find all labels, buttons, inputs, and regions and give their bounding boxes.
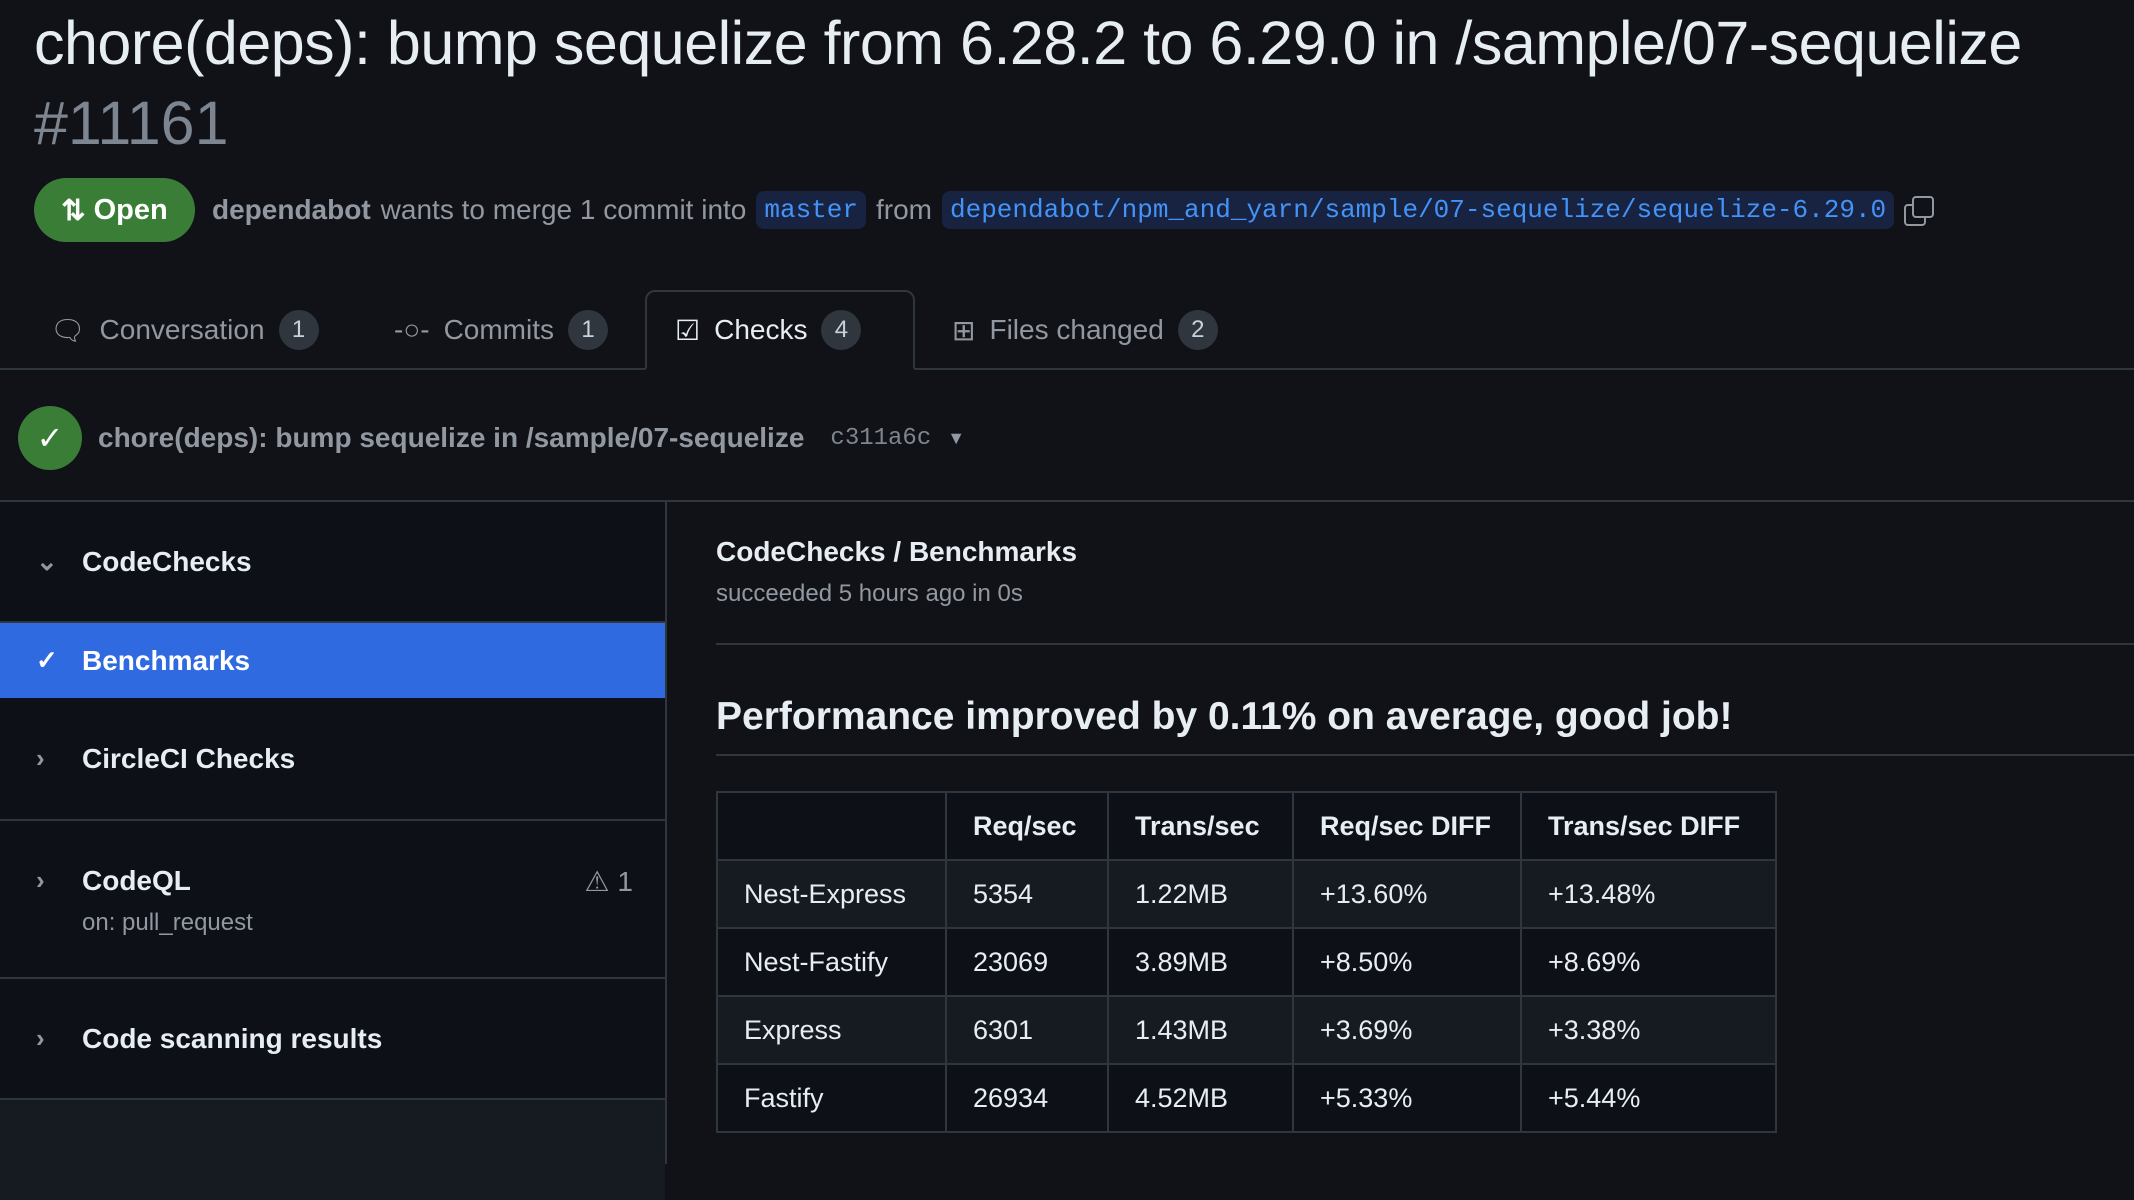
pr-title: chore(deps): bump sequelize from 6.28.2 …	[34, 9, 2022, 77]
tab-checks[interactable]: ☑ Checks 4	[645, 290, 915, 370]
sidebar-item-label: Code scanning results	[82, 1022, 383, 1054]
tab-count: 1	[278, 310, 319, 350]
head-branch[interactable]: dependabot/npm_and_yarn/sample/07-sequel…	[942, 191, 1895, 229]
table-cell: Fastify	[716, 1063, 947, 1133]
commit-row: ✓ chore(deps): bump sequelize in /sample…	[18, 406, 965, 470]
table-cell: 1.22MB	[1107, 859, 1294, 929]
status-badge: ⇅ Open	[34, 178, 195, 242]
chevron-down-icon: ⌄	[36, 546, 58, 576]
check-status: succeeded 5 hours ago in 0s	[716, 580, 1023, 607]
table-cell: Nest-Express	[716, 859, 947, 929]
table-cell: 26934	[945, 1063, 1109, 1133]
chevron-right-icon: ›	[36, 865, 45, 895]
table-cell: Express	[716, 995, 947, 1065]
sidebar-item-label: Benchmarks	[82, 644, 251, 676]
comment-alert-icon: ⚠	[584, 866, 610, 897]
sidebar-item-label: CircleCI Checks	[82, 742, 296, 774]
checks-sidebar: ⌄ CodeChecks ✓ Benchmarks › CircleCI Checks…	[0, 502, 667, 1200]
table-cell: 3.89MB	[1107, 927, 1294, 997]
sidebar-item-code-scanning[interactable]: › Code scanning results	[0, 979, 665, 1100]
table-header: Req/sec	[945, 791, 1109, 861]
from-text: from	[876, 194, 932, 225]
table-cell: 5354	[945, 859, 1109, 929]
sidebar-item-trigger: on: pull_request	[82, 909, 253, 936]
tab-label: Commits	[443, 314, 555, 345]
table-cell: +5.33%	[1292, 1063, 1522, 1133]
check-success-icon: ✓	[18, 406, 82, 470]
sidebar-item-codechecks[interactable]: ⌄ CodeChecks	[0, 502, 665, 623]
sidebar-item-codeql[interactable]: › CodeQL on: pull_request ⚠ 1	[0, 821, 665, 979]
checklist-icon: ☑	[675, 314, 701, 346]
benchmark-table: Req/sec Trans/sec Req/sec DIFF Trans/sec…	[716, 791, 1777, 1133]
summary-heading: Performance improved by 0.11% on average…	[716, 695, 1733, 738]
table-header: Req/sec DIFF	[1292, 791, 1522, 861]
sidebar-item-benchmarks[interactable]: ✓ Benchmarks	[0, 623, 665, 698]
tab-label: Conversation	[99, 314, 265, 345]
table-row: Express 6301 1.43MB +3.69% +3.38%	[716, 995, 1777, 1065]
base-branch[interactable]: master	[756, 191, 866, 229]
check-icon: ✓	[36, 645, 58, 675]
pr-meta: dependabot wants to merge 1 commit into …	[212, 191, 1935, 229]
table-cell: +8.69%	[1520, 927, 1777, 997]
annotation-count: ⚠ 1	[585, 865, 633, 898]
table-cell: 6301	[945, 995, 1109, 1065]
sidebar-item-label: CodeQL	[82, 865, 191, 896]
table-cell: +3.69%	[1292, 995, 1522, 1065]
pr-number: #11161	[34, 89, 229, 157]
tab-files-changed[interactable]: ⊞ Files changed 2	[924, 290, 1246, 370]
tab-label: Checks	[714, 314, 808, 345]
table-header: Trans/sec DIFF	[1520, 791, 1777, 861]
tab-count: 2	[1177, 310, 1218, 350]
sidebar-item-circleci[interactable]: › CircleCI Checks	[0, 698, 665, 821]
table-row: Fastify 26934 4.52MB +5.33% +5.44%	[716, 1063, 1777, 1133]
sidebar-item-label: CodeChecks	[82, 545, 252, 577]
divider	[716, 643, 2134, 645]
author-link[interactable]: dependabot	[212, 194, 371, 226]
tab-label: Files changed	[989, 314, 1164, 345]
status-label: Open	[93, 193, 168, 226]
tab-count: 1	[568, 310, 609, 350]
table-row: Nest-Fastify 23069 3.89MB +8.50% +8.69%	[716, 927, 1777, 997]
comment-icon: 🗨	[50, 314, 86, 346]
tab-commits[interactable]: -○- Commits 1	[366, 290, 636, 370]
table-cell: Nest-Fastify	[716, 927, 947, 997]
chevron-right-icon: ›	[36, 743, 45, 773]
file-diff-icon: ⊞	[952, 314, 976, 346]
table-row: Nest-Express 5354 1.22MB +13.60% +13.48%	[716, 859, 1777, 929]
chevron-right-icon: ›	[36, 1023, 45, 1053]
table-cell: 1.43MB	[1107, 995, 1294, 1065]
table-header-row: Req/sec Trans/sec Req/sec DIFF Trans/sec…	[716, 791, 1777, 861]
commit-icon: -○-	[394, 314, 430, 345]
commit-message: chore(deps): bump sequelize in /sample/0…	[98, 422, 805, 453]
pull-request-icon: ⇅	[61, 194, 86, 227]
table-cell: +13.48%	[1520, 859, 1777, 929]
table-cell: 4.52MB	[1107, 1063, 1294, 1133]
table-header	[716, 791, 947, 861]
check-title: CodeChecks / Benchmarks	[716, 536, 1078, 567]
table-cell: +13.60%	[1292, 859, 1522, 929]
table-header: Trans/sec	[1107, 791, 1294, 861]
table-cell: +8.50%	[1292, 927, 1522, 997]
tab-count: 4	[821, 310, 862, 350]
merge-text: wants to merge 1 commit into	[380, 194, 747, 225]
copy-icon[interactable]	[1904, 196, 1935, 226]
caret-down-icon[interactable]: ▼	[947, 428, 965, 449]
annotation-count-value: 1	[617, 866, 633, 897]
tab-conversation[interactable]: 🗨 Conversation 1	[22, 290, 347, 370]
commit-sha-dropdown[interactable]: c311a6c	[830, 425, 931, 452]
table-cell: +5.44%	[1520, 1063, 1777, 1133]
table-cell: 23069	[945, 927, 1109, 997]
divider	[716, 754, 2134, 756]
table-cell: +3.38%	[1520, 995, 1777, 1065]
